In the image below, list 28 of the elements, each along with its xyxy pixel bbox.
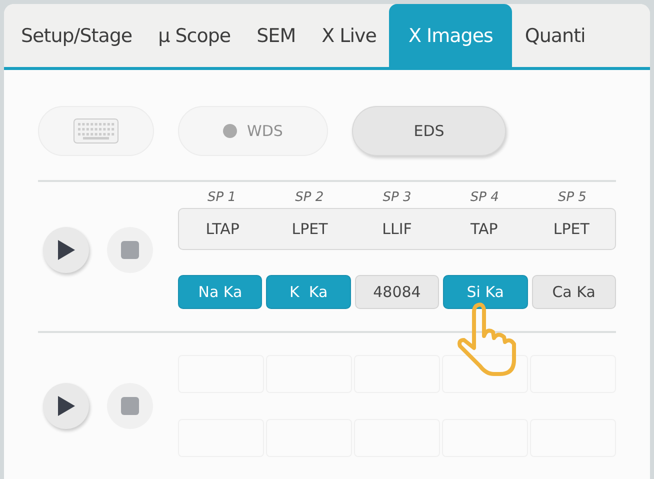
play-icon <box>56 238 76 260</box>
tab[interactable]: SEM <box>244 4 309 67</box>
eds-button[interactable]: EDS <box>352 106 506 156</box>
play-button[interactable] <box>43 383 89 429</box>
stop-icon <box>121 240 139 258</box>
crystal-label: LPET <box>290 220 329 238</box>
stop-icon <box>121 397 139 415</box>
tab[interactable]: Quanti <box>512 4 598 67</box>
stop-button[interactable] <box>107 226 153 272</box>
spectrometer-label: SP 4 <box>469 190 500 207</box>
spectrometer-label: SP 2 <box>294 190 325 207</box>
play-button[interactable] <box>43 226 89 272</box>
element-button[interactable]: 48084 <box>354 275 440 309</box>
tab[interactable]: Setup/Stage <box>8 4 146 67</box>
spectrometer-label: SP 1 <box>206 190 238 207</box>
crystal-label: LLIF <box>381 220 413 238</box>
keyboard-icon <box>73 118 119 144</box>
play-icon <box>56 395 76 417</box>
stop-button[interactable] <box>107 383 153 429</box>
spectrometer-label: SP 5 <box>556 190 588 207</box>
crystal-label: LPET <box>552 220 590 238</box>
crystal-label: LTAP <box>204 220 240 238</box>
tab[interactable]: X Live <box>308 4 390 67</box>
crystal-label: TAP <box>470 220 499 238</box>
element-button[interactable]: Ca Ka <box>532 275 616 309</box>
tab[interactable]: µ Scope <box>145 4 244 67</box>
status-dot <box>223 124 238 138</box>
spectrometer-label: SP 3 <box>382 190 412 207</box>
